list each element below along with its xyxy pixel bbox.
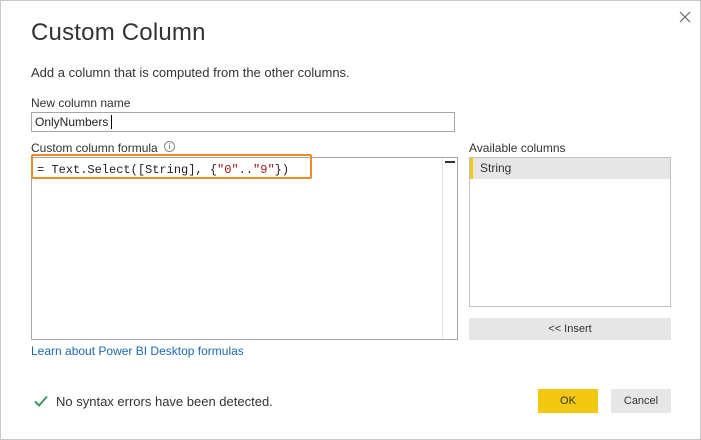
formula-editor[interactable]: = Text.Select([String], {"0".."9"}) xyxy=(31,157,458,340)
editor-scrollbar[interactable] xyxy=(442,158,457,339)
dialog-subtitle: Add a column that is computed from the o… xyxy=(31,65,350,80)
cancel-button[interactable]: Cancel xyxy=(611,389,671,413)
checkmark-icon xyxy=(34,395,48,407)
available-column-item[interactable]: String xyxy=(470,158,670,179)
learn-formulas-link[interactable]: Learn about Power BI Desktop formulas xyxy=(31,344,244,358)
custom-column-dialog: Custom Column Add a column that is compu… xyxy=(0,0,701,440)
custom-formula-label: Custom column formula xyxy=(31,141,158,155)
close-icon[interactable] xyxy=(676,8,694,26)
available-columns-label: Available columns xyxy=(469,141,566,155)
info-icon[interactable]: i xyxy=(164,141,175,152)
insert-button[interactable]: << Insert xyxy=(469,318,671,340)
text-caret xyxy=(111,115,112,129)
available-columns-list[interactable]: String xyxy=(469,157,671,307)
new-column-name-input[interactable] xyxy=(31,112,455,132)
syntax-status-text: No syntax errors have been detected. xyxy=(56,393,273,409)
formula-highlight-box xyxy=(31,154,312,179)
new-column-name-label: New column name xyxy=(31,96,131,110)
ok-button[interactable]: OK xyxy=(538,389,598,413)
dialog-title: Custom Column xyxy=(31,19,206,46)
syntax-status: No syntax errors have been detected. xyxy=(33,393,273,409)
